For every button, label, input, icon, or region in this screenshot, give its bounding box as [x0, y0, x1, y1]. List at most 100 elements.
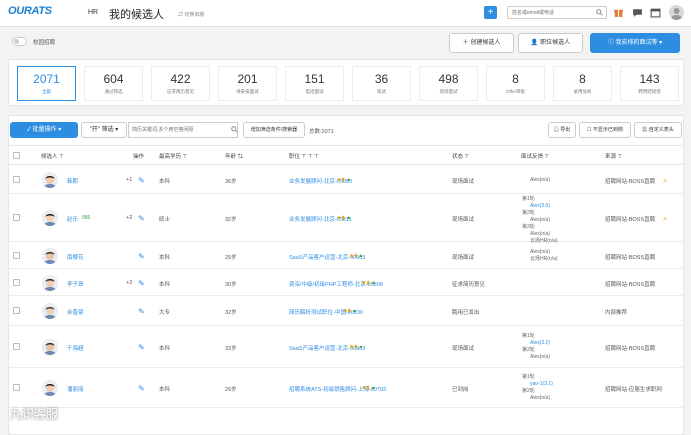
row-checkbox[interactable] — [13, 176, 20, 183]
user-avatar-icon — [671, 8, 682, 20]
feedback-score-link[interactable]: Alex(3.0) — [522, 203, 558, 210]
filter-icon[interactable]: ⊤ — [545, 154, 550, 160]
stat-card[interactable]: 498 现场面试 — [419, 66, 478, 101]
search-icon[interactable] — [231, 126, 238, 133]
header-divider — [9, 164, 683, 165]
user-avatar[interactable] — [669, 5, 684, 20]
job-candidates-button[interactable]: 👤 职位候选人 — [518, 33, 583, 53]
edit-icon[interactable]: ✎ — [138, 214, 145, 223]
app-logo[interactable]: OURATS — [8, 5, 52, 21]
feedback-score-link[interactable]: Alex(3.2) — [522, 340, 550, 347]
related-count[interactable]: +2 — [126, 280, 132, 286]
stat-card[interactable]: 422 征求简历意见 — [151, 66, 210, 101]
col-source[interactable]: 来源 ⊤ — [605, 152, 622, 160]
search-icon[interactable] — [596, 9, 603, 16]
row-checkbox[interactable] — [13, 251, 20, 259]
candidate-name-link[interactable]: 余晋豪 — [67, 308, 84, 316]
export-button[interactable]: ▤ 导出 — [548, 122, 576, 138]
custom-columns-button[interactable]: ▦ 自定义表头 — [634, 122, 682, 138]
edit-icon[interactable]: ✎ — [138, 252, 145, 261]
col-feedback[interactable]: 面试反馈 ⊤ — [521, 152, 549, 160]
col-candidate[interactable]: 候选人 ⊤ — [41, 152, 64, 160]
campus-recruit-toggle[interactable] — [12, 37, 27, 46]
stat-card[interactable]: 8 录用协商 — [553, 66, 612, 101]
candidate-name-link[interactable]: 于海超 — [67, 344, 84, 352]
doc-icon: ▮ — [341, 177, 345, 183]
edit-icon[interactable]: ✎ — [138, 384, 145, 393]
stat-card[interactable]: 2071 全部 — [17, 66, 76, 101]
col-status[interactable]: 状态 ⊤ — [452, 152, 469, 160]
candidate-avatar[interactable] — [42, 339, 58, 355]
stat-card[interactable]: 143 聘用结接受 — [620, 66, 679, 101]
candidate-name-link[interactable]: 潘丽丽 — [67, 385, 84, 393]
hide-onboarded-toggle[interactable]: ☐ 不显示已到岗 — [579, 122, 631, 138]
stat-label: 电话面试 — [305, 89, 324, 94]
doc-icon: ▮ — [354, 252, 358, 259]
edit-icon[interactable]: ✎ — [138, 307, 145, 316]
candidate-avatar[interactable] — [42, 274, 58, 291]
switch-old-version-link[interactable]: ⇄ 切换旧版 — [178, 11, 204, 18]
row-checkbox[interactable] — [13, 214, 20, 221]
filter-icon[interactable]: ⊤ — [465, 154, 470, 160]
create-candidate-button[interactable]: ＋ 创建候选人 — [449, 33, 514, 53]
stat-label: Offer审批 — [506, 89, 525, 94]
col-position[interactable]: 职位 ⊤ ⊤ ⊤ — [289, 152, 319, 160]
my-interviews-button[interactable]: ⓘ 我安排的面试等 ▾ — [590, 33, 680, 53]
search-icon[interactable]: ⌕ — [663, 214, 667, 224]
candidate-avatar[interactable] — [42, 303, 58, 319]
edit-icon[interactable]: ✎ — [138, 176, 145, 185]
calendar-icon[interactable] — [650, 7, 661, 18]
stat-card[interactable]: 151 电话面试 — [285, 66, 344, 101]
quick-add-button[interactable]: + — [484, 6, 497, 19]
col-status-label: 状态 — [452, 154, 464, 160]
feedback-list: Alex(n/a) — [522, 177, 550, 184]
filter-icon[interactable]: ⊤ ⊤ ⊤ — [302, 154, 319, 160]
row-checkbox[interactable] — [13, 278, 20, 286]
filter-icon[interactable]: ⊤ — [618, 154, 623, 160]
lock-icon: ■ — [362, 279, 366, 286]
batch-action-button[interactable]: ✓ 批量操作 ▾ — [10, 122, 78, 138]
keyword-search-input[interactable] — [128, 122, 238, 138]
feedback-score-link[interactable]: yao-1(3.1) — [522, 381, 553, 388]
candidate-name-link[interactable]: 李子昂 — [67, 280, 84, 288]
filter-icon[interactable]: ⊤ — [59, 154, 64, 160]
stat-card[interactable]: 8 Offer审批 — [486, 66, 545, 101]
candidate-avatar[interactable] — [42, 172, 58, 188]
row-checkbox[interactable] — [13, 343, 20, 350]
candidate-name-link[interactable]: 韩熙 — [67, 177, 78, 185]
candidate-avatar[interactable] — [42, 247, 58, 264]
row-checkbox[interactable] — [13, 307, 20, 314]
select-all-checkbox[interactable] — [13, 152, 20, 159]
position-status-icons: ■ ▮ ▲ — [344, 308, 358, 314]
col-source-label: 来源 — [605, 154, 617, 160]
open-filter-dropdown[interactable]: "开" 筛选 ▾ — [81, 122, 127, 138]
col-age[interactable]: 年龄 ⇅ — [225, 152, 243, 160]
candidate-avatar[interactable] — [42, 380, 58, 396]
col-education[interactable]: 最高学历 ⊤ — [159, 152, 187, 160]
related-count[interactable]: +1 — [126, 177, 132, 183]
chat-icon[interactable] — [632, 7, 643, 18]
related-count[interactable]: +2 — [126, 215, 132, 221]
feedback-line: Alex(n/a) — [530, 395, 551, 401]
candidate-name-link[interactable]: 赵乐 — [67, 215, 78, 223]
stat-card[interactable]: 36 笔试 — [352, 66, 411, 101]
candidate-name-link[interactable]: 南樱花 — [67, 253, 84, 261]
edit-icon[interactable]: ✎ — [138, 279, 145, 288]
col-position-label: 职位 — [289, 154, 301, 160]
add-filter-button[interactable]: 增加筛选条件/搜索器 — [243, 122, 305, 138]
global-search-input[interactable] — [508, 7, 593, 18]
stat-card[interactable]: 604 通过筛选 — [84, 66, 143, 101]
filter-icon[interactable]: ⊤ — [183, 154, 188, 160]
candidate-avatar[interactable] — [42, 210, 58, 226]
status-cell: 现场面试 — [452, 217, 475, 223]
row-checkbox[interactable] — [13, 384, 20, 391]
edit-icon[interactable]: ✎ — [138, 343, 145, 352]
sort-icon[interactable]: ⇅ — [238, 154, 244, 160]
gift-icon[interactable] — [613, 7, 624, 18]
batch-action-label: 批量操作 — [32, 127, 57, 133]
global-search[interactable] — [507, 6, 607, 19]
search-icon[interactable]: ⌕ — [663, 176, 667, 186]
chart-icon: ▲ — [346, 215, 352, 221]
status-cell: 征求简历意见 — [452, 281, 486, 288]
stat-card[interactable]: 201 待安排面试 — [218, 66, 277, 101]
